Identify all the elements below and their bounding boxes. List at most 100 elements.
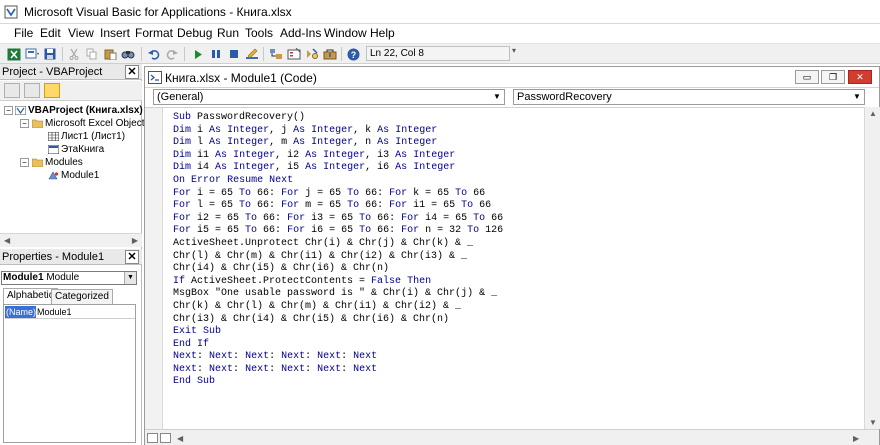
procedure-view-button[interactable] bbox=[147, 433, 158, 443]
scroll-right-icon[interactable]: ▶ bbox=[853, 434, 859, 443]
tree-item-workbook[interactable]: ЭтаКнига bbox=[48, 144, 104, 155]
tree-item-vbaproject[interactable]: VBAProject (Книга.xlsx) bbox=[15, 105, 143, 116]
tab-categorized[interactable]: Categorized bbox=[51, 289, 113, 304]
close-button[interactable]: ✕ bbox=[848, 70, 872, 84]
code-vertical-scrollbar[interactable]: ▲ ▼ bbox=[864, 107, 880, 429]
redo-icon[interactable] bbox=[164, 47, 180, 61]
object-selector-dropdown[interactable]: Module1 Module ▼ bbox=[1, 271, 137, 285]
collapse-toggle-modules[interactable]: − bbox=[20, 158, 29, 167]
cut-icon[interactable] bbox=[66, 47, 82, 61]
menu-window[interactable]: Window bbox=[322, 26, 369, 40]
code-line[interactable]: End Sub bbox=[173, 376, 503, 389]
code-window-icon bbox=[148, 71, 162, 84]
code-line[interactable]: Chr(i3) & Chr(i4) & Chr(i5) & Chr(i6) & … bbox=[173, 314, 503, 327]
view-code-button[interactable] bbox=[4, 83, 20, 98]
code-line[interactable]: On Error Resume Next bbox=[173, 175, 503, 188]
code-line[interactable]: For i5 = 65 To 66: For i6 = 65 To 66: Fo… bbox=[173, 225, 503, 238]
tree-item-modules[interactable]: Modules bbox=[32, 157, 83, 168]
code-line[interactable]: Chr(l) & Chr(m) & Chr(i1) & Chr(i2) & Ch… bbox=[173, 251, 503, 264]
properties-window-icon[interactable] bbox=[286, 47, 302, 61]
minimize-button[interactable]: ▭ bbox=[795, 70, 819, 84]
code-margin[interactable] bbox=[145, 108, 163, 430]
menu-format[interactable]: Format bbox=[133, 26, 175, 40]
menu-run[interactable]: Run bbox=[215, 26, 241, 40]
design-mode-icon[interactable] bbox=[244, 47, 260, 61]
project-panel-buttons bbox=[0, 81, 142, 101]
vba-project-icon bbox=[15, 105, 26, 115]
find-icon[interactable] bbox=[120, 47, 136, 61]
run-icon[interactable] bbox=[190, 47, 206, 61]
view-object-button[interactable] bbox=[24, 83, 40, 98]
menu-add-ins[interactable]: Add-Ins bbox=[278, 26, 323, 40]
tree-item-sheet1[interactable]: Лист1 (Лист1) bbox=[48, 131, 125, 142]
toolbar-overflow-grip[interactable]: ▾ bbox=[512, 46, 520, 62]
code-line[interactable]: Dim i As Integer, j As Integer, k As Int… bbox=[173, 125, 503, 138]
code-line[interactable]: Chr(i4) & Chr(i5) & Chr(i6) & Chr(n) bbox=[173, 263, 503, 276]
project-explorer-icon[interactable] bbox=[268, 47, 284, 61]
code-line[interactable]: End If bbox=[173, 339, 503, 352]
menu-file[interactable]: File bbox=[12, 26, 35, 40]
scroll-up-icon[interactable]: ▲ bbox=[869, 109, 877, 118]
code-lines[interactable]: Sub PasswordRecovery() Dim i As Integer, … bbox=[173, 112, 503, 389]
properties-panel-title: Properties - Module1 bbox=[0, 249, 142, 265]
chevron-down-icon[interactable]: ▼ bbox=[851, 91, 863, 103]
code-line[interactable]: For i2 = 65 To 66: For i3 = 65 To 66: Fo… bbox=[173, 213, 503, 226]
tree-item-module1[interactable]: Module1 bbox=[48, 170, 99, 181]
menu-tools[interactable]: Tools bbox=[243, 26, 275, 40]
menu-insert[interactable]: Insert bbox=[98, 26, 132, 40]
properties-panel-close-button[interactable]: ✕ bbox=[125, 250, 139, 264]
project-panel-close-button[interactable]: ✕ bbox=[125, 65, 139, 79]
code-line[interactable]: Next: Next: Next: Next: Next: Next bbox=[173, 351, 503, 364]
project-explorer: Project - VBAProject ✕ − VBAProject (Кни… bbox=[0, 64, 149, 249]
object-combo[interactable]: (General) ▼ bbox=[153, 89, 505, 105]
code-line[interactable]: MsgBox "One usable password is " & Chr(i… bbox=[173, 288, 503, 301]
code-line[interactable]: Dim i1 As Integer, i2 As Integer, i3 As … bbox=[173, 150, 503, 163]
copy-icon[interactable] bbox=[84, 47, 100, 61]
undo-icon[interactable] bbox=[146, 47, 162, 61]
vba-app-icon bbox=[4, 5, 18, 19]
menu-help[interactable]: Help bbox=[368, 26, 397, 40]
code-line[interactable]: Exit Sub bbox=[173, 326, 503, 339]
property-name-cell[interactable]: (Name) bbox=[5, 306, 36, 318]
code-line[interactable]: ActiveSheet.Unprotect Chr(i) & Chr(j) & … bbox=[173, 238, 503, 251]
code-line[interactable]: Dim i4 As Integer, i5 As Integer, i6 As … bbox=[173, 162, 503, 175]
help-icon[interactable]: ? bbox=[345, 47, 361, 61]
full-module-view-button[interactable] bbox=[160, 433, 171, 443]
code-footer: ◀ ▶ bbox=[145, 429, 879, 445]
scroll-down-icon[interactable]: ▼ bbox=[869, 418, 877, 427]
menu-edit[interactable]: Edit bbox=[38, 26, 63, 40]
toolbox-icon[interactable] bbox=[322, 47, 338, 61]
code-line[interactable]: For l = 65 To 66: For m = 65 To 66: For … bbox=[173, 200, 503, 213]
code-line[interactable]: Sub PasswordRecovery() bbox=[173, 112, 503, 125]
scroll-right-icon[interactable]: ▶ bbox=[132, 236, 138, 245]
property-value-cell[interactable]: Module1 bbox=[37, 306, 72, 318]
worksheet-icon bbox=[48, 131, 59, 141]
break-icon[interactable] bbox=[208, 47, 224, 61]
code-editor[interactable]: Sub PasswordRecovery() Dim i As Integer, … bbox=[145, 107, 864, 430]
scroll-left-icon[interactable]: ◀ bbox=[177, 434, 183, 443]
project-horizontal-scrollbar[interactable]: ◀ ▶ bbox=[0, 233, 142, 247]
menu-view[interactable]: View bbox=[66, 26, 96, 40]
chevron-down-icon[interactable]: ▼ bbox=[491, 91, 503, 103]
code-line[interactable]: Dim l As Integer, m As Integer, n As Int… bbox=[173, 137, 503, 150]
view-excel-icon[interactable] bbox=[6, 47, 22, 61]
collapse-toggle-excel-objects[interactable]: − bbox=[20, 119, 29, 128]
code-line[interactable]: Chr(k) & Chr(l) & Chr(m) & Chr(i1) & Chr… bbox=[173, 301, 503, 314]
code-line[interactable]: For i = 65 To 66: For j = 65 To 66: For … bbox=[173, 188, 503, 201]
collapse-toggle-project[interactable]: − bbox=[4, 106, 13, 115]
chevron-down-icon[interactable]: ▼ bbox=[124, 272, 136, 284]
reset-icon[interactable] bbox=[226, 47, 242, 61]
restore-button[interactable]: ❐ bbox=[821, 70, 845, 84]
menu-debug[interactable]: Debug bbox=[175, 26, 214, 40]
toggle-folders-button[interactable] bbox=[44, 83, 60, 98]
scroll-left-icon[interactable]: ◀ bbox=[4, 236, 10, 245]
paste-icon[interactable] bbox=[102, 47, 118, 61]
code-line[interactable]: Next: Next: Next: Next: Next: Next bbox=[173, 364, 503, 377]
save-icon[interactable] bbox=[42, 47, 58, 61]
object-browser-icon[interactable] bbox=[304, 47, 320, 61]
procedure-combo[interactable]: PasswordRecovery ▼ bbox=[513, 89, 865, 105]
tab-alphabetic[interactable]: Alphabetic bbox=[3, 288, 58, 304]
code-line[interactable]: If ActiveSheet.ProtectContents = False T… bbox=[173, 276, 503, 289]
tree-item-excel-objects[interactable]: Microsoft Excel Objects bbox=[32, 118, 149, 129]
insert-module-icon[interactable] bbox=[24, 47, 40, 61]
